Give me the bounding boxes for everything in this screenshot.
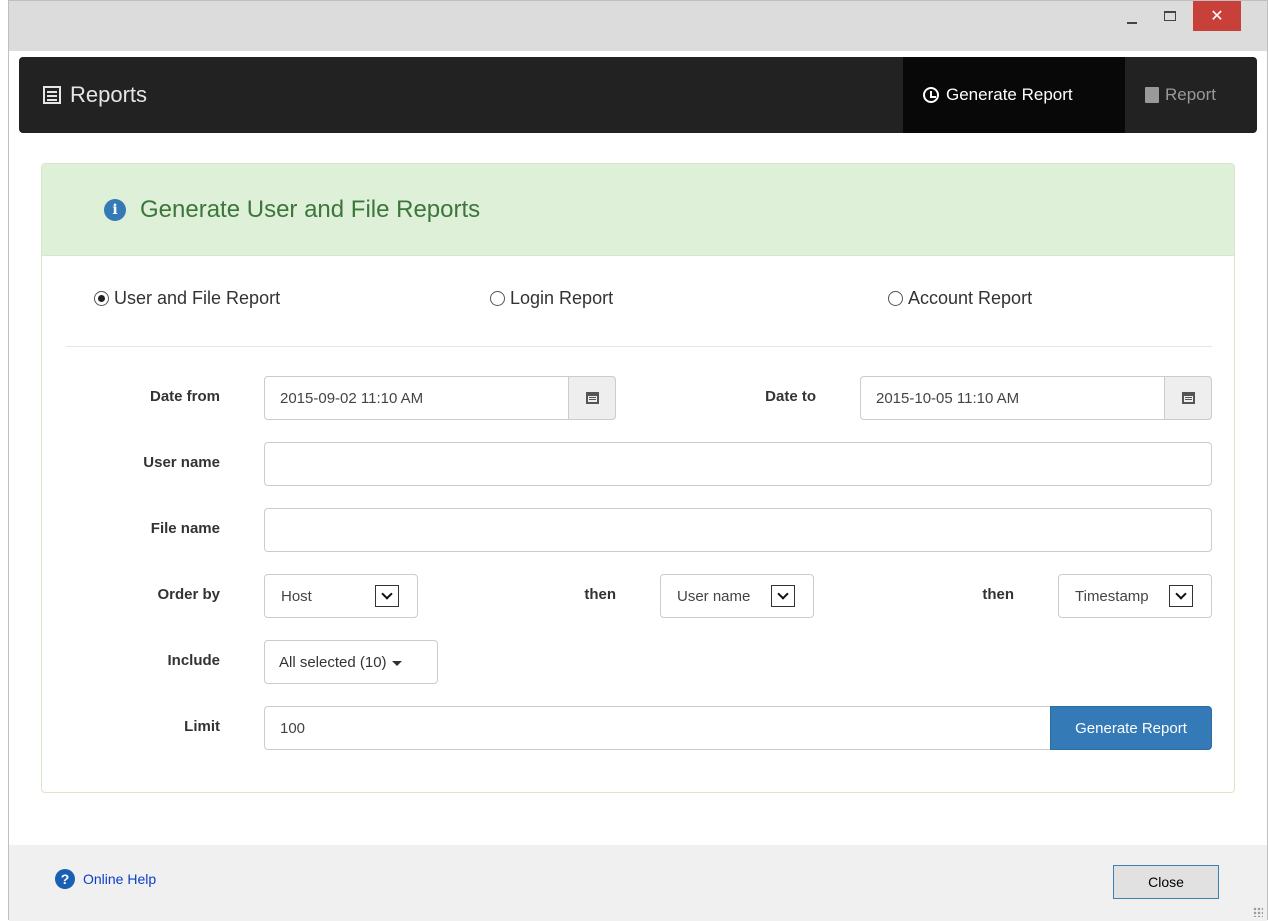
radio-unselected-icon [888, 291, 903, 306]
footer: ? Online Help Close [9, 845, 1267, 921]
then-label-2: then [982, 586, 1014, 603]
generate-report-button[interactable]: Generate Report [1050, 706, 1212, 750]
order-by-select-2[interactable]: User name [660, 574, 814, 618]
minimize-icon [1127, 22, 1137, 24]
book-icon [1145, 87, 1159, 103]
chevron-down-icon [771, 585, 795, 607]
radio-label: Account Report [908, 288, 1033, 308]
online-help-link[interactable]: ? Online Help [55, 869, 156, 889]
order-by-select-1[interactable]: Host [264, 574, 418, 618]
user-name-input[interactable] [264, 442, 1212, 486]
date-from-calendar-button[interactable] [568, 376, 616, 420]
maximize-icon [1164, 11, 1176, 21]
chevron-down-icon [375, 585, 399, 607]
radio-unselected-icon [490, 291, 505, 306]
limit-value: 100 [280, 719, 306, 737]
date-from-value: 2015-09-02 11:10 AM [280, 389, 424, 407]
navbar-brand: Reports [43, 57, 147, 133]
maximize-button[interactable] [1155, 1, 1185, 31]
panel-title: Generate User and File Reports [140, 195, 481, 223]
order-by-label: Order by [157, 586, 220, 603]
resize-grip-icon[interactable] [1253, 907, 1263, 917]
divider [66, 346, 1212, 347]
title-bar: ✕ [9, 1, 1267, 51]
radio-label: Login Report [510, 288, 614, 308]
info-icon: i [104, 198, 126, 221]
report-window: ✕ Reports Generate Report Report i Gener… [8, 0, 1268, 921]
navbar: Reports Generate Report Report [19, 57, 1257, 133]
tab-report[interactable]: Report [1125, 57, 1257, 133]
close-button[interactable]: Close [1113, 865, 1219, 899]
date-to-label: Date to [765, 388, 816, 405]
list-icon [43, 86, 61, 104]
file-name-input[interactable] [264, 508, 1212, 552]
close-window-button[interactable]: ✕ [1193, 1, 1241, 31]
report-type-radios: User and File Report Login Report Accoun… [42, 288, 1234, 318]
brand-label: Reports [70, 82, 148, 107]
radio-selected-icon [94, 291, 109, 306]
tab-generate-report[interactable]: Generate Report [903, 57, 1125, 133]
limit-input[interactable]: 100 [264, 706, 1054, 750]
tab-label: Report [1165, 85, 1217, 104]
dashboard-icon [923, 87, 939, 103]
date-from-label: Date from [149, 388, 220, 405]
radio-account-report[interactable]: Account Report [888, 288, 1032, 309]
radio-user-and-file-report[interactable]: User and File Report [94, 288, 280, 309]
include-dropdown[interactable]: All selected (10) [264, 640, 438, 684]
chevron-down-icon [1169, 585, 1193, 607]
order-by-value-2: User name [677, 587, 751, 605]
calendar-icon [585, 392, 599, 404]
date-to-value: 2015-10-05 11:10 AM [876, 389, 1020, 407]
calendar-icon [1181, 392, 1195, 404]
limit-label: Limit [184, 718, 220, 735]
include-label: Include [167, 652, 220, 669]
include-value: All selected (10) [279, 653, 387, 671]
order-by-value-1: Host [281, 587, 312, 605]
caret-down-icon [391, 660, 402, 666]
then-label-1: then [584, 586, 616, 603]
panel-heading: i Generate User and File Reports [42, 164, 1234, 256]
close-icon: ✕ [1210, 8, 1224, 25]
minimize-button[interactable] [1117, 1, 1147, 31]
report-panel: i Generate User and File Reports User an… [41, 163, 1235, 793]
date-to-calendar-button[interactable] [1164, 376, 1212, 420]
user-name-label: User name [143, 454, 220, 471]
date-from-field[interactable]: 2015-09-02 11:10 AM [264, 376, 616, 420]
file-name-label: File name [150, 520, 220, 537]
radio-login-report[interactable]: Login Report [490, 288, 613, 309]
tab-label: Generate Report [946, 85, 1073, 104]
radio-label: User and File Report [114, 288, 281, 308]
help-icon: ? [55, 869, 75, 889]
date-to-field[interactable]: 2015-10-05 11:10 AM [860, 376, 1212, 420]
order-by-select-3[interactable]: Timestamp [1058, 574, 1212, 618]
order-by-value-3: Timestamp [1075, 587, 1149, 605]
help-label: Online Help [83, 871, 157, 887]
